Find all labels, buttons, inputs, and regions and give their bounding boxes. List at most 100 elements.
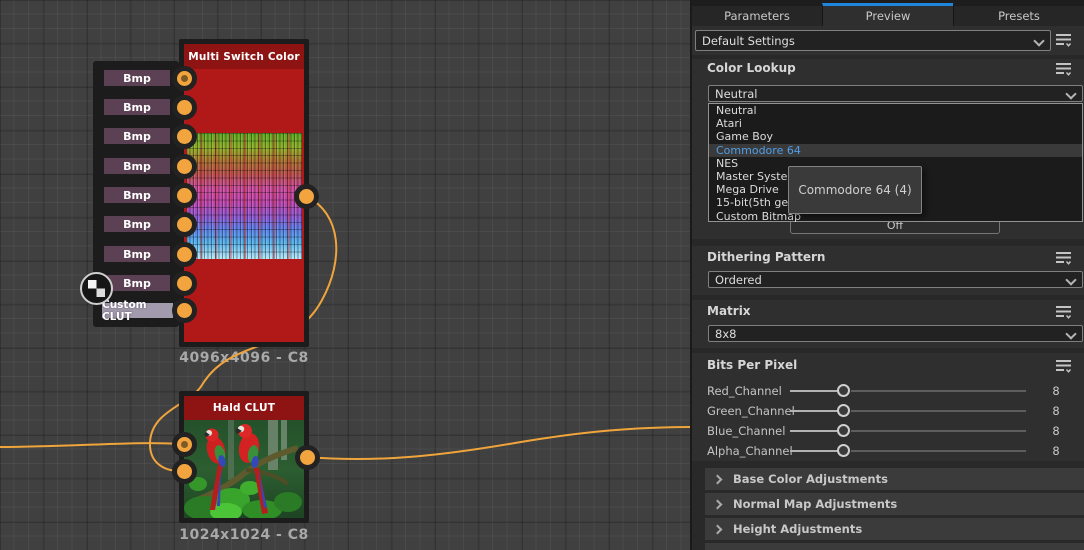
- collapsed-groups: Base Color Adjustments Normal Map Adjust…: [692, 461, 1084, 550]
- group-menu-icon[interactable]: [1055, 251, 1073, 266]
- divider: [692, 239, 1084, 246]
- input-port[interactable]: [172, 271, 197, 296]
- slider-red-channel: Red_Channel 8: [692, 382, 1084, 400]
- node-title: Hald CLUT: [184, 396, 304, 420]
- bitmap-pattern-icon: [80, 272, 113, 305]
- matrix-select[interactable]: 8x8: [708, 325, 1083, 342]
- slider-value: 8: [1052, 404, 1060, 418]
- slider-label: Alpha_Channel: [707, 444, 793, 458]
- input-port[interactable]: [172, 212, 197, 237]
- slider-track[interactable]: [790, 410, 838, 412]
- slider-blue-channel: Blue_Channel 8: [692, 422, 1084, 440]
- tab-parameters[interactable]: Parameters: [692, 6, 822, 26]
- group-menu-icon[interactable]: [1055, 62, 1073, 77]
- slider-track[interactable]: [790, 430, 838, 432]
- dropdown-option[interactable]: Neutral: [709, 104, 1082, 117]
- section-label: Base Color Adjustments: [733, 472, 888, 486]
- divider: [692, 295, 1084, 300]
- group-title-color-lookup: Color Lookup: [707, 61, 796, 75]
- slider-track[interactable]: [851, 430, 1026, 432]
- input-slot-bmp[interactable]: Bmp: [101, 67, 173, 89]
- slider-track[interactable]: [851, 390, 1026, 392]
- chevron-down-icon: [1065, 88, 1077, 100]
- slider-track[interactable]: [790, 450, 838, 452]
- clut-thumbnail: [186, 133, 302, 259]
- section-height-adjustments[interactable]: Height Adjustments: [705, 518, 1084, 540]
- divider: [692, 348, 1084, 353]
- chevron-down-icon: [1033, 35, 1045, 47]
- node-graph-canvas[interactable]: 4096x4096 - C8 1024x1024 - C8 Multi Swit…: [0, 0, 690, 550]
- input-port[interactable]: [172, 242, 197, 267]
- dropdown-option[interactable]: Game Boy: [709, 130, 1082, 143]
- slider-green-channel: Green_Channel 8: [692, 402, 1084, 420]
- input-slot-custom-clut[interactable]: Custom CLUT: [99, 299, 176, 323]
- group-title-matrix: Matrix: [707, 304, 751, 318]
- input-port[interactable]: [172, 459, 197, 484]
- slider-handle[interactable]: [837, 424, 850, 437]
- wire[interactable]: [0, 442, 182, 448]
- input-slot-bmp[interactable]: Bmp: [101, 243, 173, 265]
- color-lookup-value: Neutral: [715, 86, 758, 101]
- dithering-value: Ordered: [715, 272, 762, 287]
- output-port[interactable]: [295, 445, 320, 470]
- tab-preview[interactable]: Preview: [822, 3, 953, 26]
- tab-presets[interactable]: Presets: [953, 6, 1084, 26]
- node-multi-switch-color[interactable]: Multi Switch Color: [179, 39, 309, 347]
- dropdown-option[interactable]: Commodore 64: [709, 143, 1082, 157]
- node-title: Multi Switch Color: [184, 44, 304, 69]
- input-slot-bmp[interactable]: Bmp: [101, 155, 173, 177]
- slider-track[interactable]: [851, 410, 1026, 412]
- input-slot-bmp[interactable]: Bmp: [101, 125, 173, 147]
- input-port[interactable]: [172, 298, 197, 323]
- section-partial[interactable]: [705, 543, 1084, 550]
- input-slot-bmp[interactable]: Bmp: [101, 96, 173, 118]
- slider-handle[interactable]: [837, 404, 850, 417]
- group-title-bits-per-pixel: Bits Per Pixel: [707, 358, 798, 372]
- properties-panel: Parameters Preview Presets Default Setti…: [690, 0, 1084, 550]
- slider-handle[interactable]: [837, 444, 850, 457]
- matrix-value: 8x8: [715, 326, 737, 341]
- chevron-down-icon: [1065, 328, 1077, 340]
- dropdown-option[interactable]: Atari: [709, 117, 1082, 130]
- output-port[interactable]: [294, 184, 319, 209]
- slider-value: 8: [1052, 384, 1060, 398]
- slider-label: Blue_Channel: [707, 424, 786, 438]
- group-title-dithering: Dithering Pattern: [707, 250, 826, 264]
- input-port[interactable]: [172, 124, 197, 149]
- slider-value: 8: [1052, 444, 1060, 458]
- divider: [692, 55, 1084, 59]
- slider-value: 8: [1052, 424, 1060, 438]
- chevron-down-icon: [1065, 274, 1077, 286]
- preset-select-value: Default Settings: [702, 33, 795, 48]
- panel-tab-bar: Parameters Preview Presets: [692, 0, 1084, 26]
- wire[interactable]: [306, 426, 690, 461]
- input-port[interactable]: [172, 154, 197, 179]
- node-hald-clut[interactable]: Hald CLUT: [179, 391, 309, 523]
- section-base-color-adjustments[interactable]: Base Color Adjustments: [705, 468, 1084, 490]
- slider-label: Red_Channel: [707, 384, 782, 398]
- slider-handle[interactable]: [837, 384, 850, 397]
- section-normal-map-adjustments[interactable]: Normal Map Adjustments: [705, 493, 1084, 515]
- input-port[interactable]: [172, 432, 197, 457]
- chevron-right-icon: [712, 524, 723, 534]
- slider-track[interactable]: [790, 390, 838, 392]
- input-port[interactable]: [172, 183, 197, 208]
- app-window: 4096x4096 - C8 1024x1024 - C8 Multi Swit…: [0, 0, 1084, 550]
- section-label: Height Adjustments: [733, 522, 863, 536]
- group-menu-icon[interactable]: [1055, 359, 1073, 374]
- input-slot-bmp[interactable]: Bmp: [101, 184, 173, 206]
- input-port[interactable]: [172, 66, 197, 91]
- dithering-select[interactable]: Ordered: [708, 271, 1083, 288]
- input-port[interactable]: [172, 95, 197, 120]
- color-lookup-select[interactable]: Neutral: [708, 85, 1083, 102]
- parrot-thumbnail: [184, 420, 304, 518]
- tooltip: Commodore 64 (4): [788, 166, 922, 214]
- slider-alpha-channel: Alpha_Channel 8: [692, 442, 1084, 460]
- preset-select[interactable]: Default Settings: [695, 30, 1051, 51]
- input-slot-bmp[interactable]: Bmp: [101, 213, 173, 235]
- slider-label: Green_Channel: [707, 404, 795, 418]
- preset-menu-icon[interactable]: [1055, 33, 1073, 48]
- group-menu-icon[interactable]: [1055, 305, 1073, 320]
- checkerboard-icon: [88, 280, 105, 297]
- slider-track[interactable]: [851, 450, 1026, 452]
